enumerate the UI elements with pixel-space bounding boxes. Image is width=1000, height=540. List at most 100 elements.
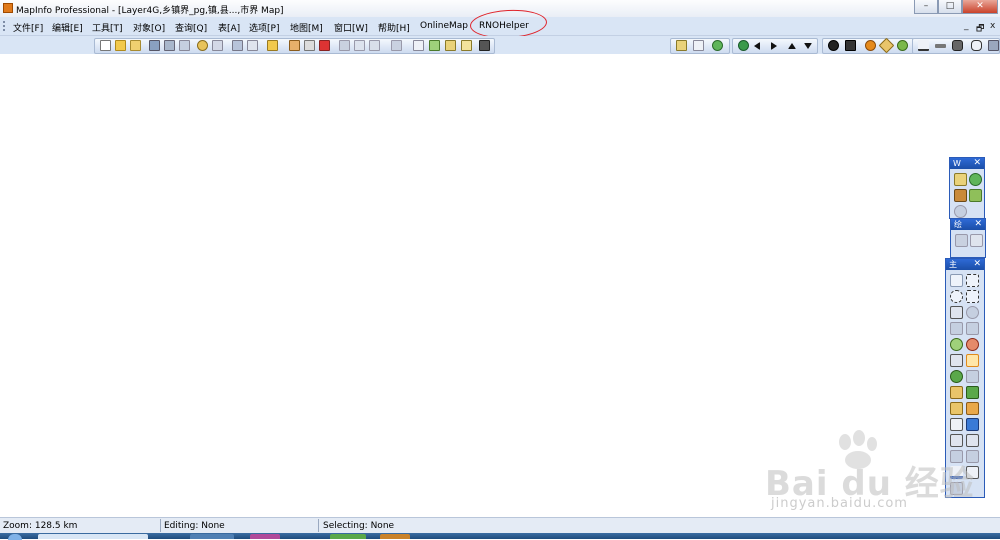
taskbar-button[interactable] [330,534,366,539]
new-graph-icon[interactable] [304,40,315,51]
statistics-icon[interactable] [950,418,963,431]
browser-icon[interactable] [413,40,424,51]
status-zoom[interactable]: Zoom: 128.5 km [3,521,77,531]
main-palette-header[interactable]: 主 ✕ [946,259,984,270]
mdi-restore-button[interactable]: 🗗 [976,21,984,37]
arrow-left-icon[interactable] [754,42,760,50]
save-icon[interactable] [149,40,160,51]
mdi-close-button[interactable]: x [990,21,995,31]
tools-palette-header[interactable]: W ✕ [950,158,984,169]
start-button[interactable] [8,534,22,540]
menu-table[interactable]: 表[A] [218,21,240,34]
mdi-minimize-button[interactable]: _ [964,21,969,31]
arrow-down-icon[interactable] [804,43,812,49]
clip-icon[interactable] [950,434,963,447]
drawing-palette-header[interactable]: 绘 ✕ [951,219,985,230]
graph-icon[interactable] [445,40,456,51]
mapinfo-app-icon[interactable] [3,3,13,13]
draw-line-icon[interactable] [970,234,983,247]
drum-icon[interactable] [971,40,982,51]
unselect-icon[interactable] [966,322,979,335]
maximize-button[interactable]: □ [938,0,962,14]
legend-icon[interactable] [966,402,979,415]
thematic-icon[interactable] [966,418,979,431]
tools-palette-close-button[interactable]: ✕ [973,158,981,169]
zoom-in-icon[interactable] [950,338,963,351]
status-selecting[interactable]: Selecting: None [323,521,394,531]
status-editing[interactable]: Editing: None [164,521,225,531]
grabber-hand-icon[interactable] [966,354,979,367]
menu-onlinemap[interactable]: OnlineMap [420,21,468,31]
map-icon[interactable] [429,40,440,51]
draw-symbol-icon[interactable] [955,234,968,247]
scale-bar-icon[interactable] [950,466,963,479]
drag-window-icon[interactable] [950,386,963,399]
menu-grip-icon[interactable] [3,21,5,31]
new-icon[interactable] [100,40,111,51]
car-icon[interactable] [952,40,963,51]
menu-window[interactable]: 窗口[W] [334,21,368,34]
arrow-up-icon[interactable] [788,43,796,49]
orange-circle-icon[interactable] [865,40,876,51]
drawing-palette-close-button[interactable]: ✕ [974,219,982,230]
menu-map[interactable]: 地图[M] [290,21,323,34]
menu-file[interactable]: 文件[F] [13,21,43,34]
menu-edit[interactable]: 编辑[E] [52,21,83,34]
boundary-select-icon[interactable] [950,306,963,319]
new-map-icon[interactable] [289,40,300,51]
new-browser-icon[interactable] [267,40,278,51]
menu-objects[interactable]: 对象[O] [133,21,165,34]
tool-globe-icon[interactable] [969,173,982,186]
invert-select-icon[interactable] [966,306,979,319]
cut-icon[interactable] [339,40,350,51]
tool-disabled-icon[interactable] [954,205,967,218]
add-node-icon[interactable] [966,434,979,447]
undo-icon[interactable] [391,40,402,51]
show-hide-icon[interactable] [950,450,963,463]
layer-control-icon[interactable] [676,40,687,51]
tool-grid-icon[interactable] [954,189,967,202]
save-copy-icon[interactable] [164,40,175,51]
menu-options[interactable]: 选项[P] [249,21,279,34]
tag-icon[interactable] [878,37,895,54]
tool-browser-icon[interactable] [954,173,967,186]
label-icon[interactable] [950,370,963,383]
minimize-button[interactable]: – [914,0,938,14]
layout-icon[interactable] [461,40,472,51]
print-icon[interactable] [247,40,258,51]
taskbar-button[interactable] [38,534,148,539]
select-icon[interactable] [950,274,963,287]
palette-extra-icon[interactable] [950,482,963,495]
find-icon[interactable] [197,40,208,51]
map-canvas[interactable] [0,55,1000,517]
graph-select-icon[interactable] [950,322,963,335]
hotlink-icon[interactable] [966,370,979,383]
grip-icon[interactable] [988,40,999,51]
taskbar-button[interactable] [380,534,410,539]
marquee-select-icon[interactable] [966,274,979,287]
layer-control-icon[interactable] [950,402,963,415]
new-layout-icon[interactable] [319,40,330,51]
globe-nav-icon[interactable] [738,40,749,51]
main-palette-close-button[interactable]: ✕ [973,259,981,270]
info-tool-icon[interactable] [950,354,963,367]
ruler-icon[interactable] [935,44,946,48]
globe-icon[interactable] [712,40,723,51]
close-button[interactable]: ✕ [962,0,998,14]
zoom-out-icon[interactable] [966,338,979,351]
copy-map-icon[interactable] [179,40,190,51]
tool-chart-icon[interactable] [969,189,982,202]
film-icon[interactable] [845,40,856,51]
open-icon[interactable] [115,40,126,51]
taskbar-button[interactable] [190,534,234,539]
ruler-tool-icon[interactable] [966,386,979,399]
cosmetic-icon[interactable] [966,466,979,479]
close-table-icon[interactable] [232,40,243,51]
info-green-icon[interactable] [897,40,908,51]
redistrict-icon[interactable] [479,40,490,51]
paste-icon[interactable] [369,40,380,51]
arrow-right-icon[interactable] [771,42,777,50]
menu-tools[interactable]: 工具[T] [92,21,123,34]
find-selection-icon[interactable] [212,40,223,51]
chart-line-icon[interactable] [918,40,929,51]
